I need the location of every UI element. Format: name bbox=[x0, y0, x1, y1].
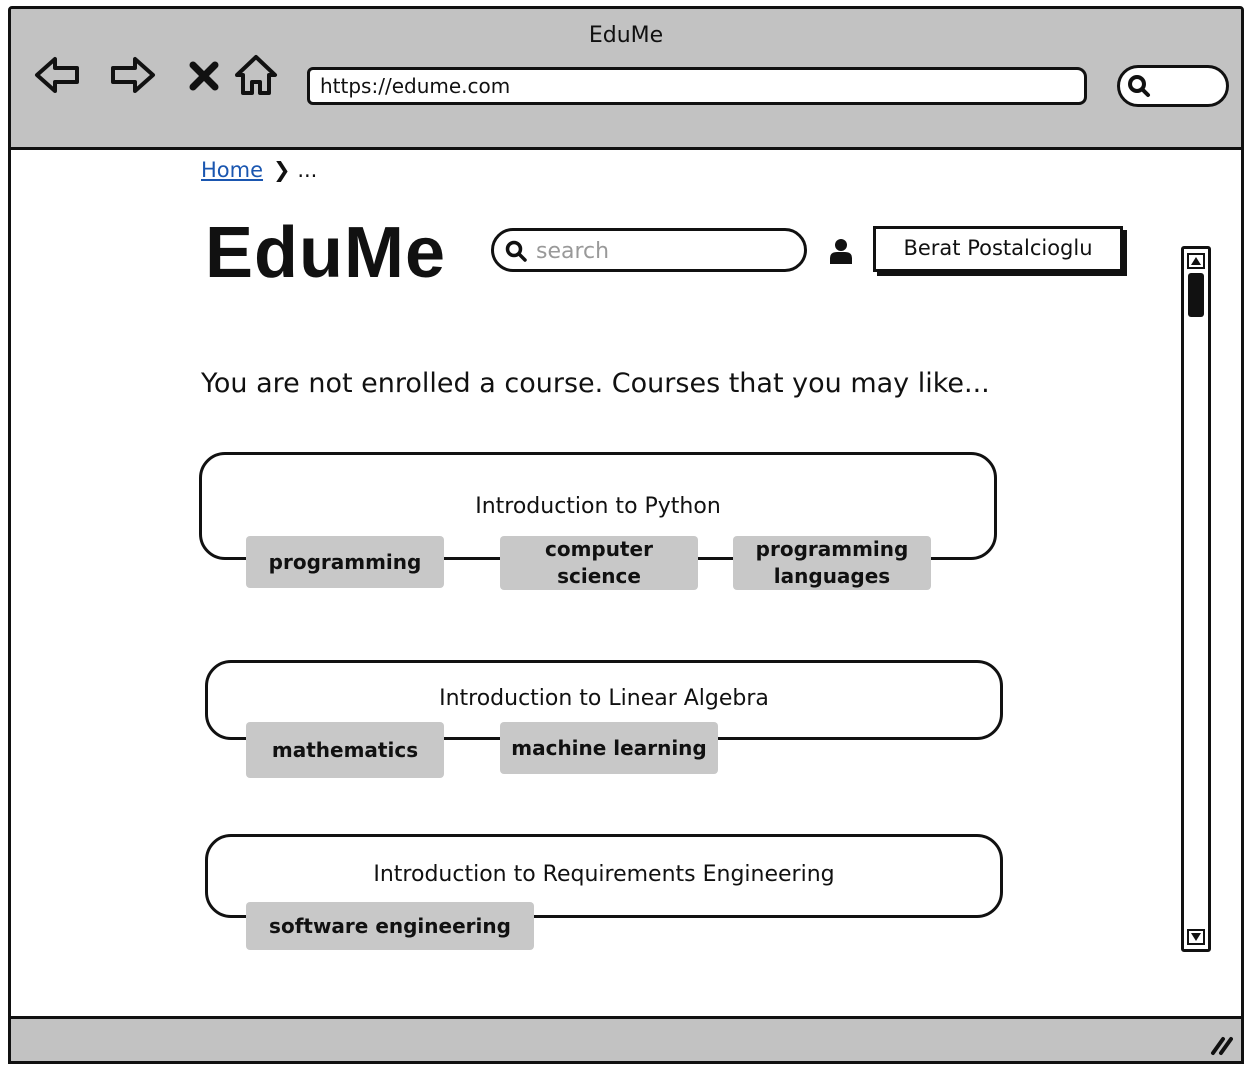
breadcrumb-home-link[interactable]: Home bbox=[201, 158, 263, 182]
course-card[interactable]: Introduction to Python programming compu… bbox=[199, 452, 997, 594]
scroll-up-button[interactable] bbox=[1187, 253, 1205, 269]
triangle-up-icon bbox=[1191, 257, 1201, 265]
search-input[interactable] bbox=[534, 235, 788, 267]
scroll-down-button[interactable] bbox=[1187, 929, 1205, 945]
course-title[interactable]: Introduction to Python bbox=[199, 494, 997, 519]
browser-window: EduMe https://edume.com Home ❯ ... EduMe bbox=[8, 6, 1244, 1064]
search-icon bbox=[1128, 75, 1150, 97]
course-tag[interactable]: programming languages bbox=[733, 536, 931, 590]
breadcrumb: Home ❯ ... bbox=[201, 158, 317, 182]
course-card[interactable]: Introduction to Requirements Engineering… bbox=[205, 834, 1003, 952]
course-tag[interactable]: software engineering bbox=[246, 902, 534, 950]
chevron-right-icon: ❯ bbox=[273, 158, 291, 182]
window-title: EduMe bbox=[588, 23, 664, 48]
course-tag[interactable]: computer science bbox=[500, 536, 698, 590]
course-title[interactable]: Introduction to Linear Algebra bbox=[205, 686, 1003, 711]
search-icon bbox=[505, 240, 527, 262]
close-icon[interactable] bbox=[187, 53, 221, 97]
page-content: Home ❯ ... EduMe Berat Postalcioglu You a… bbox=[11, 150, 1241, 1019]
enrollment-notice: You are not enrolled a course. Courses t… bbox=[201, 368, 990, 399]
status-bar bbox=[11, 1016, 1241, 1061]
user-account-button[interactable]: Berat Postalcioglu bbox=[873, 226, 1123, 272]
back-arrow-icon[interactable] bbox=[33, 53, 81, 97]
site-logo[interactable]: EduMe bbox=[205, 212, 446, 294]
course-tag[interactable]: mathematics bbox=[246, 722, 444, 778]
triangle-down-icon bbox=[1191, 933, 1201, 941]
forward-arrow-icon[interactable] bbox=[109, 53, 157, 97]
course-tag[interactable]: machine learning bbox=[500, 722, 718, 774]
home-icon[interactable] bbox=[233, 53, 279, 97]
course-title[interactable]: Introduction to Requirements Engineering bbox=[205, 862, 1003, 887]
resize-grip-icon[interactable] bbox=[1207, 1031, 1233, 1057]
url-bar[interactable]: https://edume.com bbox=[307, 67, 1087, 105]
breadcrumb-current: ... bbox=[297, 158, 318, 182]
course-card[interactable]: Introduction to Linear Algebra mathemati… bbox=[205, 660, 1003, 782]
site-search[interactable] bbox=[491, 228, 807, 272]
user-icon bbox=[830, 239, 852, 264]
vertical-scrollbar[interactable] bbox=[1181, 246, 1211, 952]
course-tag[interactable]: programming bbox=[246, 536, 444, 588]
browser-search-field[interactable] bbox=[1117, 65, 1229, 107]
scroll-thumb[interactable] bbox=[1188, 273, 1204, 317]
browser-toolbar: EduMe https://edume.com bbox=[11, 9, 1241, 150]
